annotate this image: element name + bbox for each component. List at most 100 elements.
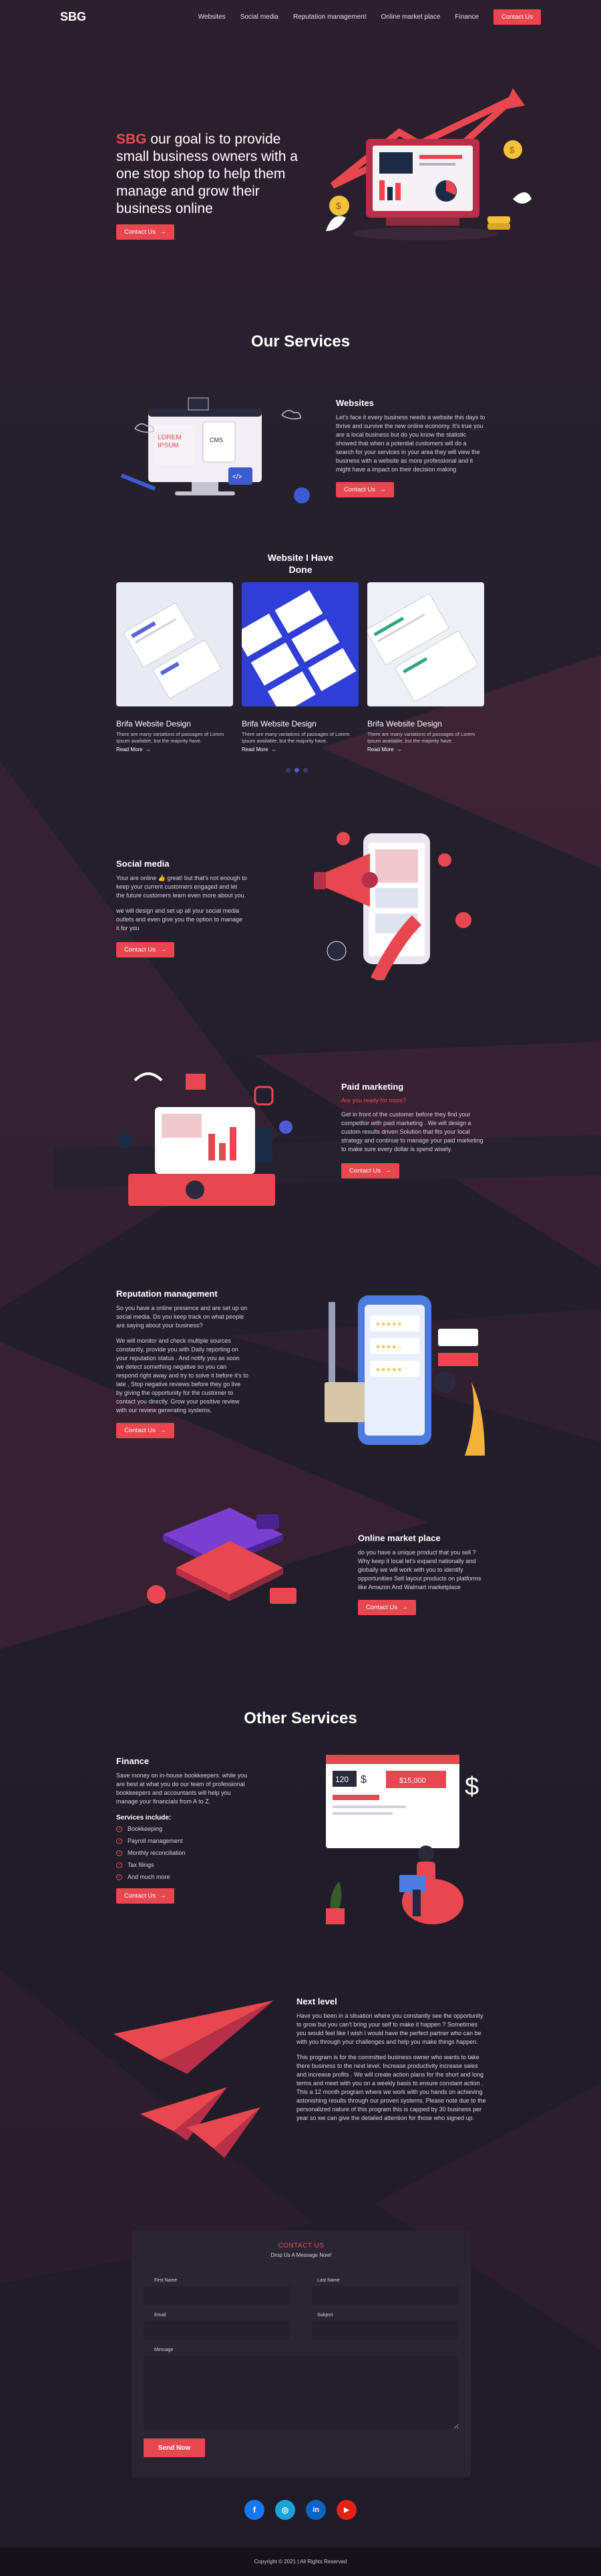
check-icon: ✓ [116,1874,122,1880]
arrow-right-icon: → [385,1167,391,1174]
list-item-label: Payroll management [128,1838,183,1844]
social-media-contact-button[interactable]: Contact Us → [116,942,174,957]
hero-contact-button[interactable]: Contact Us → [116,224,174,240]
message-field[interactable] [144,2356,459,2429]
social-media-title: Social media [116,859,170,869]
svg-text:IPSUM: IPSUM [158,442,179,449]
svg-text:★★★★★: ★★★★★ [375,1367,402,1373]
card-title: Brifa Website Design [367,719,442,728]
portfolio-card-image [366,582,484,706]
finance-services-list: ✓ Bookkeeping ✓ Payroll management ✓ Monthl… [116,1826,252,1880]
portfolio-card[interactable]: Brifa Website Design There are many vari… [116,582,233,753]
header-contact-button[interactable]: Contact Us [493,9,541,25]
nav-reputation-management[interactable]: Reputation management [293,13,367,21]
card-title: Brifa Website Design [242,719,317,728]
youtube-icon[interactable]: ▶ [337,2500,357,2520]
send-button[interactable]: Send Now [144,2438,205,2457]
carousel-dot[interactable] [303,768,308,773]
check-icon: ✓ [116,1838,122,1844]
svg-text:★★★★★: ★★★★★ [375,1321,402,1328]
card-desc: There are many variations of passages of… [367,731,475,744]
next-level-p2: This program is for the committed busine… [296,2054,486,2121]
reputation-contact-label: Contact Us [124,1427,156,1434]
read-more-link[interactable]: Read More → [116,746,233,753]
finance-contact-button[interactable]: Contact Us → [116,1888,174,1904]
check-icon: ✓ [116,1862,122,1868]
paid-marketing-body: Get in front of the customer before they… [341,1111,483,1152]
list-item-label: Tax filings [128,1862,154,1868]
nav-social-media[interactable]: Social media [240,13,278,21]
arrow-right-icon: → [396,746,402,753]
arrow-right-icon: → [160,1892,166,1900]
last-name-field[interactable] [312,2286,459,2305]
paid-marketing-title: Paid marketing [341,1082,404,1092]
social-media-p2: we will design and set up all your socia… [116,907,243,931]
check-icon: ✓ [116,1850,122,1856]
social-links: f ◎ in ▶ [0,2500,601,2520]
next-level-title: Next level [296,1996,337,2006]
websites-illustration: LOREM IPSUM CMS </> [120,397,310,503]
next-level-body: Have you been in a situation where you c… [296,2012,486,2123]
carousel-dot[interactable] [286,768,290,773]
list-item: ✓ And much more [116,1874,252,1880]
card-title: Brifa Website Design [116,719,191,728]
reputation-contact-button[interactable]: Contact Us → [116,1423,174,1438]
read-more-link[interactable]: Read More → [242,746,359,753]
finance-block: Finance Save money on in-house bookkeepe… [116,1756,252,1904]
paid-marketing-contact-button[interactable]: Contact Us → [341,1163,399,1178]
subject-label: Subject [317,2313,333,2318]
first-name-field[interactable] [144,2286,290,2305]
websites-title: Websites [336,398,374,408]
arrow-right-icon: → [401,1604,408,1611]
portfolio-card-image [116,582,233,706]
next-level-block: Next level Have you been in a situation … [296,1996,486,2129]
marketplace-body: do you have a unique product that you se… [358,1549,481,1590]
main-nav: Websites Social media Reputation managem… [198,9,541,25]
paid-marketing-contact-label: Contact Us [349,1167,381,1174]
websites-contact-button[interactable]: Contact Us → [336,482,394,497]
card-desc: There are many variations of passages of… [116,731,224,744]
list-item: ✓ Tax filings [116,1862,252,1868]
arrow-right-icon: → [160,228,166,236]
facebook-icon[interactable]: f [244,2500,264,2520]
site-header: SBG Websites Social media Reputation man… [0,0,601,33]
portfolio-card[interactable]: Brifa Website Design There are many vari… [234,582,359,753]
list-item: ✓ Monthly reconciliation [116,1850,252,1856]
hero-illustration: $ $ [326,88,532,240]
paid-marketing-illustration [118,1072,292,1206]
marketplace-contact-label: Contact Us [366,1604,397,1611]
linkedin-icon[interactable]: in [306,2500,326,2520]
background-streaks [0,654,601,2350]
arrow-right-icon: → [145,746,151,753]
read-more-label: Read More [116,746,143,753]
nav-websites[interactable]: Websites [198,13,226,21]
reputation-block: Reputation management So you have a onli… [116,1289,248,1438]
carousel-dot-active[interactable] [294,768,299,773]
email-field[interactable] [144,2321,290,2340]
list-item: ✓ Payroll management [116,1838,252,1844]
read-more-link[interactable]: Read More → [367,746,484,753]
logo[interactable]: SBG [60,10,86,24]
subject-field[interactable] [312,2321,459,2340]
portfolio-card[interactable]: Brifa Website Design There are many vari… [366,582,484,753]
list-item: ✓ Bookkeeping [116,1826,252,1832]
nav-online-market-place[interactable]: Online market place [381,13,440,21]
reputation-body: So you have a online presence and are se… [116,1304,248,1415]
finance-body: Save money on in-house bookkeepers. whil… [116,1772,248,1805]
websites-contact-label: Contact Us [344,486,375,493]
services-title: Our Services [250,333,351,351]
marketplace-title: Online market place [358,1533,441,1543]
hero-contact-label: Contact Us [124,228,156,236]
marketplace-illustration [147,1508,296,1604]
reputation-illustration: ★★★★★ ★★★★☆ ★★★★★ [325,1295,485,1456]
svg-text:$: $ [510,145,515,155]
list-item-label: Bookkeeping [128,1826,163,1832]
svg-text:$: $ [336,200,341,211]
websites-block: Websites Let's face it every business ne… [336,398,485,497]
card-desc: There are many variations of passages of… [242,731,350,744]
instagram-icon[interactable]: ◎ [275,2500,295,2520]
marketplace-contact-button[interactable]: Contact Us → [358,1600,416,1615]
nav-finance[interactable]: Finance [455,13,479,21]
finance-title: Finance [116,1756,150,1766]
finance-art-value: $15,000 [399,1777,426,1785]
